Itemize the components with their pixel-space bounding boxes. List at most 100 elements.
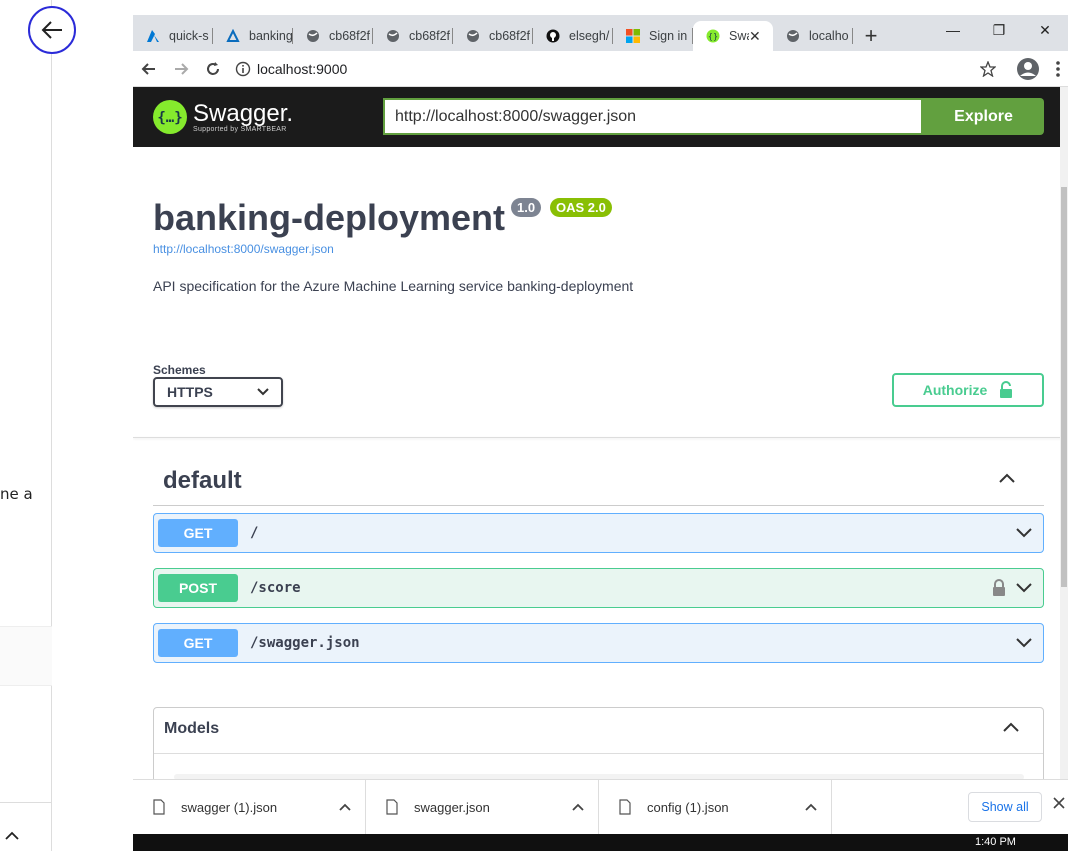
tab-label: Swa [729, 29, 749, 43]
arrow-left-icon [41, 21, 62, 39]
download-item[interactable]: swagger (1).json [133, 779, 366, 835]
chevron-up-icon[interactable] [998, 471, 1016, 489]
github-icon [545, 28, 561, 44]
star-icon[interactable] [968, 60, 1008, 77]
menu-dots-icon[interactable] [1048, 60, 1068, 77]
download-item[interactable]: config (1).json [599, 779, 832, 835]
chevron-down-icon[interactable] [1009, 527, 1039, 539]
chevron-up-icon[interactable] [558, 803, 598, 811]
swagger-topbar: {…} Swagger. Supported by SMARTBEAR http… [133, 87, 1068, 147]
swagger-logo-subtext: Supported by SMARTBEAR [193, 125, 287, 133]
browser-toolbar: localhost:9000 [133, 51, 1068, 87]
models-title[interactable]: Models [164, 720, 219, 738]
close-icon[interactable]: ✕ [749, 28, 765, 45]
address-text: localhost:9000 [257, 60, 348, 77]
swagger-logo[interactable]: {…} Swagger. Supported by SMARTBEAR [153, 100, 293, 134]
operation-path: /swagger.json [250, 635, 360, 651]
azure-icon [145, 28, 161, 44]
back-circle-button[interactable] [28, 6, 76, 54]
tab-localhost[interactable]: localho [773, 21, 853, 51]
schemes-select[interactable]: HTTPS [153, 377, 283, 407]
tab-sign-in[interactable]: Sign in [613, 21, 693, 51]
version-badge: 1.0 [511, 198, 542, 217]
close-window-icon[interactable]: ✕ [1022, 15, 1068, 45]
download-filename: config (1).json [647, 799, 729, 815]
chevron-down-icon[interactable] [1009, 637, 1039, 649]
globe-icon [305, 28, 321, 44]
spec-link[interactable]: http://localhost:8000/swagger.json [153, 242, 334, 256]
azure-ml-icon [225, 28, 241, 44]
api-description: API specification for the Azure Machine … [153, 278, 634, 294]
tab-quick-start[interactable]: quick-s [133, 21, 213, 51]
authorize-button[interactable]: Authorize [892, 373, 1044, 407]
left-panel-divider [0, 802, 52, 803]
show-all-button[interactable]: Show all [968, 792, 1042, 822]
tab-label: elsegh/ [569, 29, 610, 43]
chevron-up-icon[interactable] [4, 828, 20, 846]
chevron-down-icon [257, 388, 269, 396]
downloads-bar: swagger (1).json swagger.json config (1)… [133, 779, 1068, 835]
reload-button[interactable] [197, 53, 229, 85]
tab-label: cb68f2f [409, 29, 451, 43]
file-icon [619, 799, 631, 815]
arrow-right-icon [175, 62, 189, 75]
file-icon [386, 799, 398, 815]
new-tab-button[interactable]: + [853, 21, 889, 51]
tab-github[interactable]: elsegh/ [533, 21, 613, 51]
close-icon[interactable] [1053, 796, 1065, 814]
chevron-up-icon[interactable] [791, 803, 831, 811]
tab-cb68f2f-1[interactable]: cb68f2f [293, 21, 373, 51]
operation-get-root[interactable]: GET / [153, 513, 1044, 553]
swagger-logo-text: Swagger. [193, 99, 294, 127]
section-divider [153, 505, 1044, 506]
tab-label: quick-s [169, 29, 209, 43]
page-scrollbar[interactable] [1060, 87, 1068, 779]
section-title-default[interactable]: default [163, 467, 242, 495]
tab-bar: quick-s banking cb68f2f cb68f2f cb68f2f … [133, 15, 1068, 51]
operation-get-swagger-json[interactable]: GET /swagger.json [153, 623, 1044, 663]
explore-button[interactable]: Explore [923, 98, 1044, 135]
globe-icon [465, 28, 481, 44]
tab-label: cb68f2f [329, 29, 371, 43]
tab-banking[interactable]: banking [213, 21, 293, 51]
oas-badge: OAS 2.0 [550, 198, 612, 217]
tab-label: banking [249, 29, 293, 43]
taskbar-clock: 1:40 PM [975, 836, 1016, 848]
arrow-left-icon [141, 62, 155, 75]
reload-icon [207, 61, 219, 75]
profile-icon[interactable] [1008, 57, 1048, 81]
scrollbar-thumb[interactable] [1061, 187, 1067, 587]
authorize-label: Authorize [922, 382, 988, 398]
operation-post-score[interactable]: POST /score [153, 568, 1044, 608]
forward-button[interactable] [165, 53, 197, 85]
globe-icon [785, 28, 801, 44]
tab-swagger[interactable]: {} Swa ✕ [693, 21, 773, 51]
chevron-down-icon[interactable] [1009, 582, 1039, 594]
schemes-selected-value: HTTPS [167, 384, 213, 400]
schemes-label: Schemes [153, 363, 206, 377]
left-panel-text: ne a [0, 485, 33, 503]
download-filename: swagger (1).json [181, 799, 278, 815]
address-bar[interactable]: localhost:9000 [229, 55, 968, 83]
download-item[interactable]: swagger.json [366, 779, 599, 835]
operation-path: /score [250, 580, 301, 596]
chevron-up-icon[interactable] [325, 803, 365, 811]
method-badge: GET [158, 519, 238, 547]
chevron-up-icon[interactable] [1002, 720, 1020, 738]
restore-icon[interactable]: ❐ [976, 15, 1022, 45]
tab-cb68f2f-3[interactable]: cb68f2f [453, 21, 533, 51]
back-button[interactable] [133, 53, 165, 85]
tab-cb68f2f-2[interactable]: cb68f2f [373, 21, 453, 51]
info-icon[interactable] [229, 61, 257, 77]
lock-icon[interactable] [989, 579, 1009, 597]
swagger-icon: {} [705, 28, 721, 44]
lock-open-icon [1000, 381, 1013, 398]
spec-url-input[interactable]: http://localhost:8000/swagger.json [383, 98, 923, 135]
browser-window: quick-s banking cb68f2f cb68f2f cb68f2f … [133, 15, 1068, 851]
microsoft-icon [625, 28, 641, 44]
svg-text:{}: {} [708, 32, 718, 41]
page-title: banking-deployment [153, 197, 506, 238]
method-badge: GET [158, 629, 238, 657]
info-divider [133, 437, 1068, 438]
minimize-icon[interactable]: — [930, 15, 976, 45]
